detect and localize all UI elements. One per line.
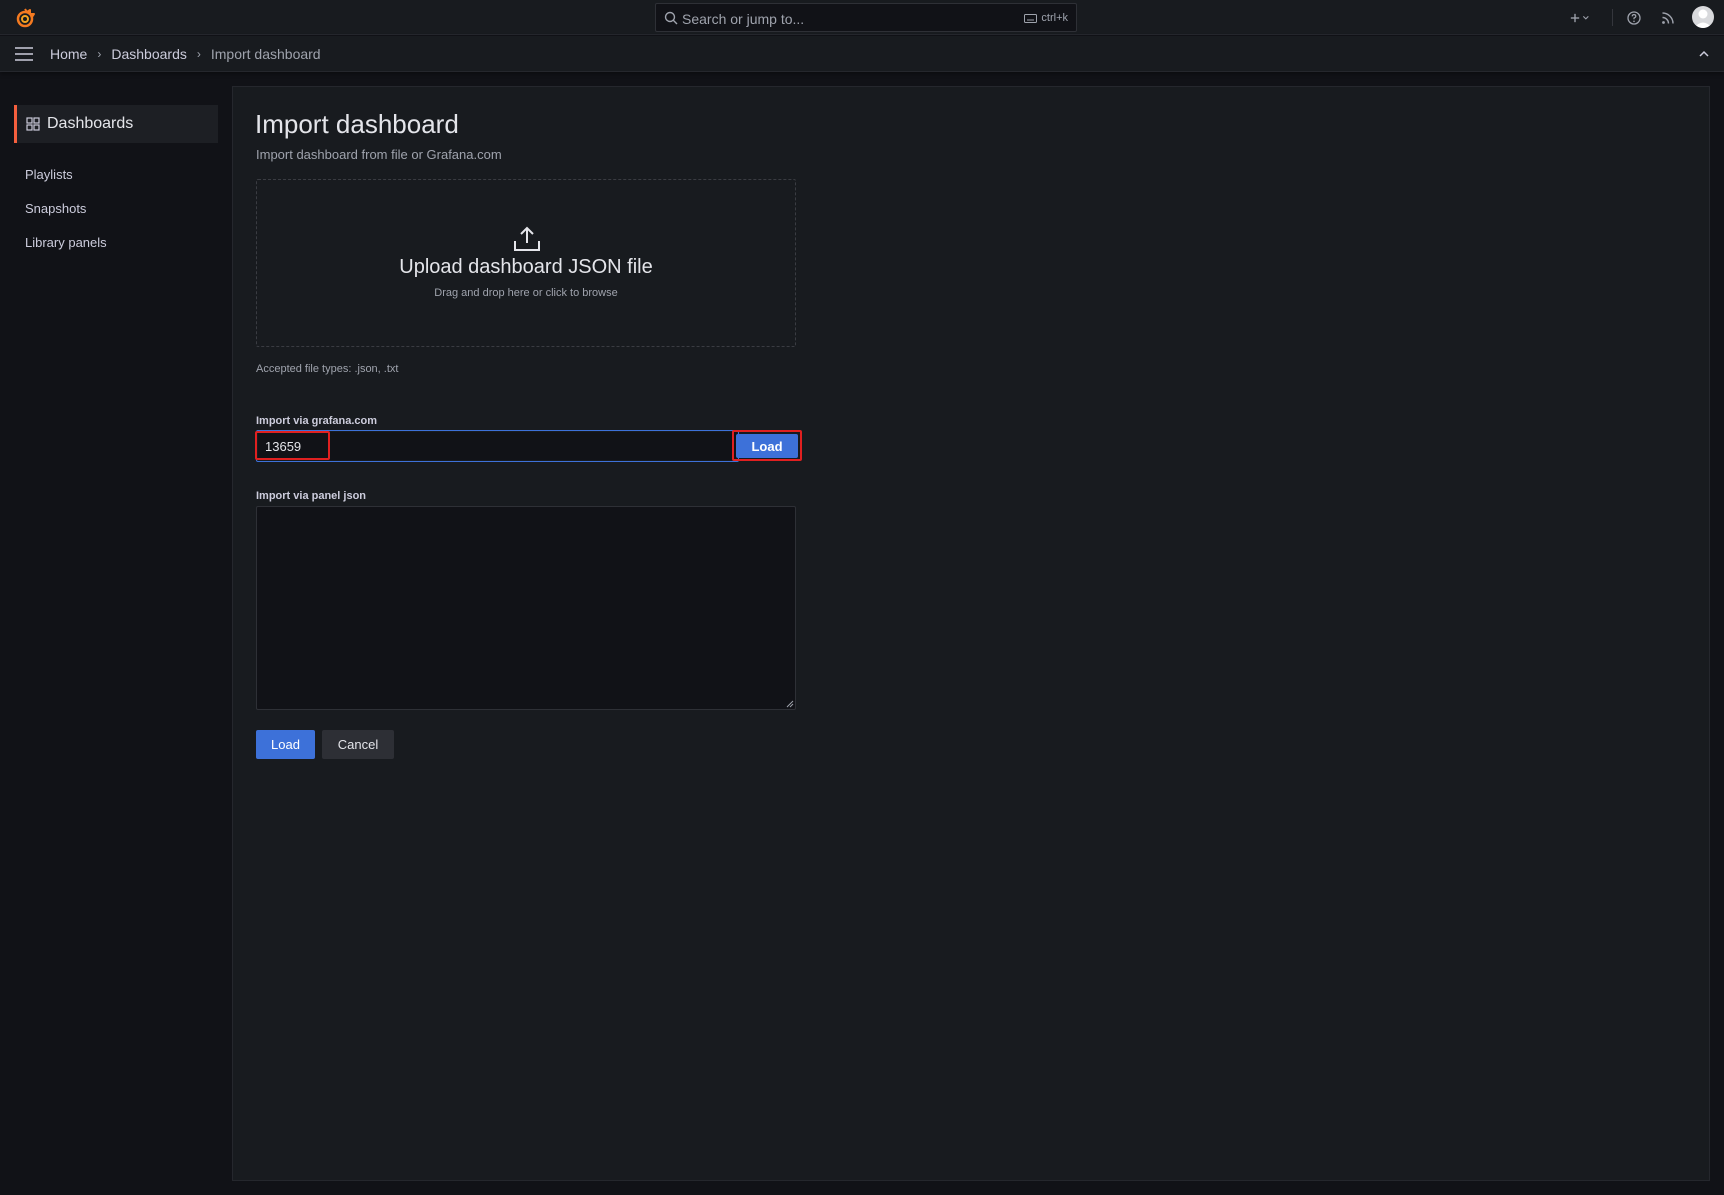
help-icon <box>1627 11 1641 25</box>
grafana-com-input[interactable] <box>257 431 738 461</box>
search-placeholder: Search or jump to... <box>682 11 805 27</box>
search-shortcut: ctrl+k <box>1024 12 1068 24</box>
search-bar[interactable]: Search or jump to... ctrl+k <box>655 3 1077 32</box>
news-button[interactable] <box>1658 8 1678 28</box>
breadcrumb: Home › Dashboards › Import dashboard <box>50 46 321 62</box>
menu-icon[interactable] <box>14 46 34 62</box>
panel-json-textarea[interactable] <box>256 506 796 710</box>
breadcrumb-current: Import dashboard <box>210 46 321 62</box>
new-menu-button[interactable] <box>1570 8 1590 28</box>
help-button[interactable] <box>1624 8 1644 28</box>
panel-json-label: Import via panel json <box>256 490 367 502</box>
cancel-button[interactable]: Cancel <box>322 730 394 759</box>
accepted-file-types: Accepted file types: .json, .txt <box>256 363 399 375</box>
chevron-up-icon[interactable] <box>1696 46 1712 62</box>
keyboard-icon <box>1024 13 1038 23</box>
breadcrumb-home[interactable]: Home <box>50 46 87 62</box>
grafana-com-load-button[interactable]: Load <box>736 434 798 458</box>
grafana-com-input-wrapper <box>256 430 739 462</box>
upload-dropzone[interactable]: Upload dashboard JSON file Drag and drop… <box>256 179 796 347</box>
search-icon <box>664 11 678 25</box>
section-sidebar: Dashboards Playlists Snapshots Library p… <box>0 73 232 1195</box>
apps-grid-icon <box>26 117 40 131</box>
sidebar-item-snapshots[interactable]: Snapshots <box>25 201 86 216</box>
search-shortcut-label: ctrl+k <box>1041 12 1068 24</box>
rss-icon <box>1662 12 1674 24</box>
breadcrumb-dashboards[interactable]: Dashboards <box>111 46 187 62</box>
grafana-com-label: Import via grafana.com <box>256 415 378 427</box>
upload-icon <box>514 226 540 251</box>
page-subtitle: Import dashboard from file or Grafana.co… <box>256 147 502 162</box>
plus-icon <box>1570 13 1589 23</box>
upload-subtitle: Drag and drop here or click to browse <box>434 287 618 299</box>
top-bar: Search or jump to... ctrl+k <box>0 0 1724 35</box>
sidebar-item-label: Dashboards <box>47 115 134 132</box>
grafana-logo-icon[interactable] <box>14 7 36 29</box>
sidebar-item-playlists[interactable]: Playlists <box>25 167 73 182</box>
load-button[interactable]: Load <box>256 730 315 759</box>
page-title: Import dashboard <box>255 109 459 139</box>
toolbar-divider <box>1612 9 1613 26</box>
main-panel: Import dashboard Import dashboard from f… <box>232 86 1710 1181</box>
upload-title: Upload dashboard JSON file <box>399 256 653 278</box>
avatar[interactable] <box>1692 6 1714 28</box>
sidebar-item-library-panels[interactable]: Library panels <box>25 235 107 250</box>
resize-handle-icon[interactable] <box>786 700 794 708</box>
sidebar-item-dashboards[interactable]: Dashboards <box>14 105 218 143</box>
breadcrumb-separator: › <box>97 47 102 61</box>
breadcrumb-separator: › <box>196 47 201 61</box>
breadcrumb-bar: Home › Dashboards › Import dashboard <box>0 36 1724 72</box>
